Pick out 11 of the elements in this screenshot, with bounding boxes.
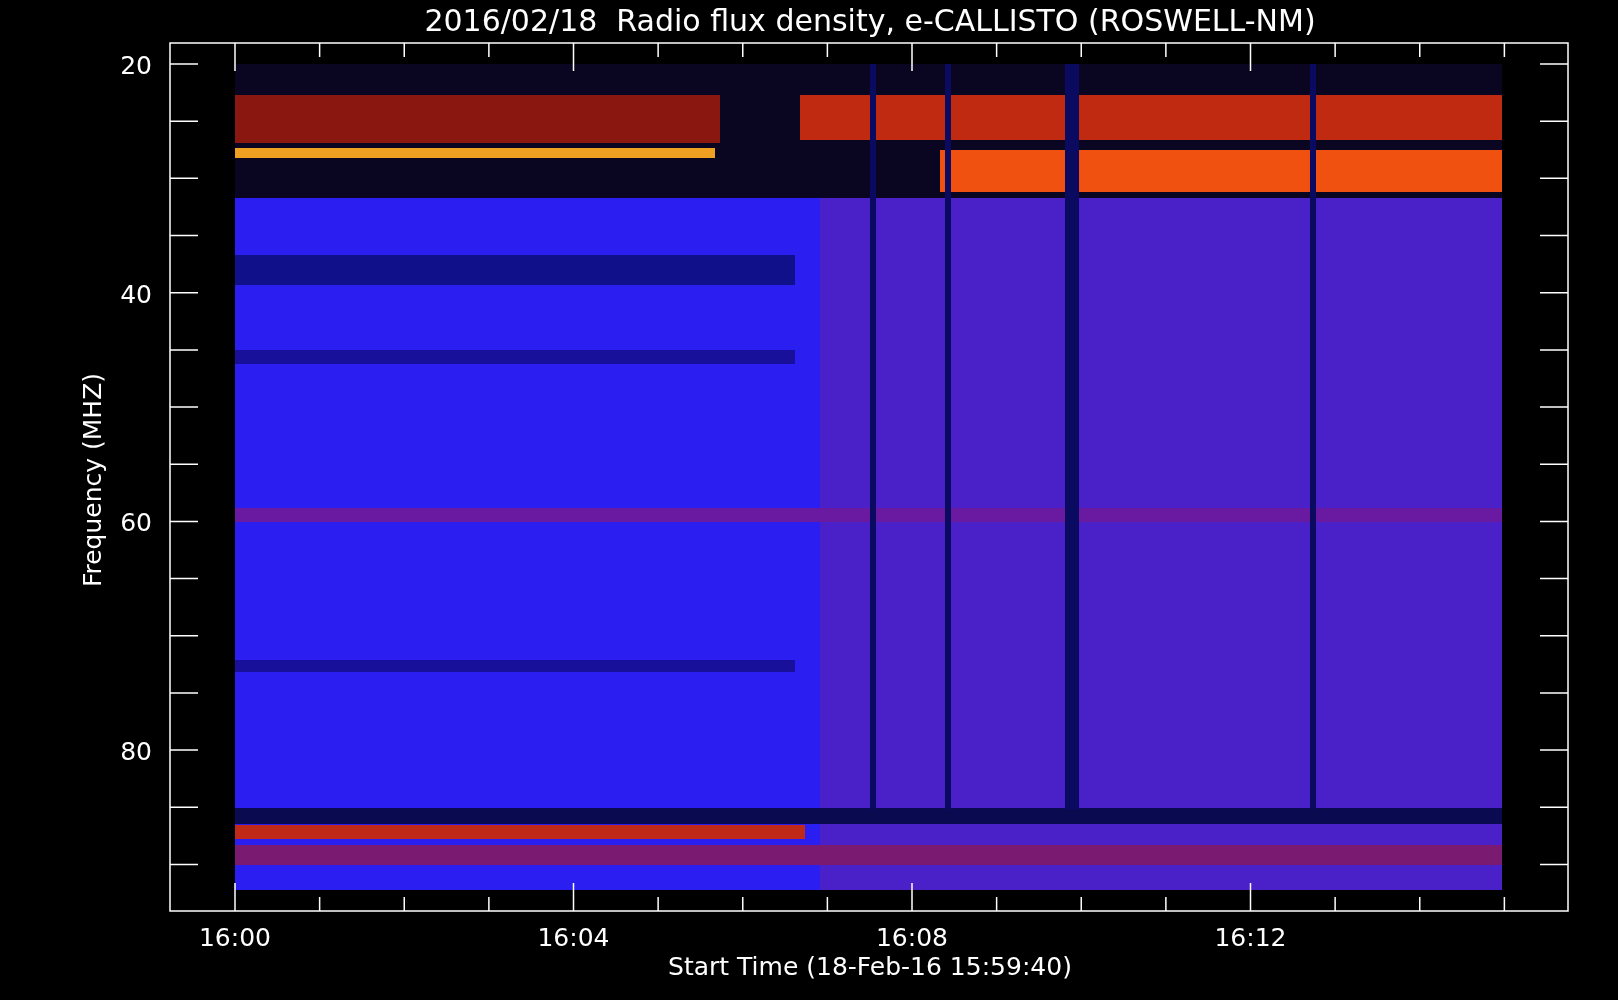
y-tick-label: 40 [120, 279, 152, 309]
y-tick-label: 80 [120, 737, 152, 767]
y-tick-label: 60 [120, 508, 152, 538]
y-axis-label: Frequency (MHZ) [78, 372, 107, 588]
chart-title: 2016/02/18 Radio flux density, e-CALLISTO (ROSWELL-NM) [424, 3, 1316, 38]
x-tick-label: 16:04 [537, 923, 610, 952]
x-axis-label: Start Time (18-Feb-16 15:59:40) [668, 952, 1072, 981]
x-tick-label: 16:08 [876, 923, 948, 952]
y-tick-label: 20 [120, 51, 152, 80]
x-tick-label: 16:12 [1214, 923, 1287, 952]
x-tick-label: 16:00 [199, 923, 271, 952]
